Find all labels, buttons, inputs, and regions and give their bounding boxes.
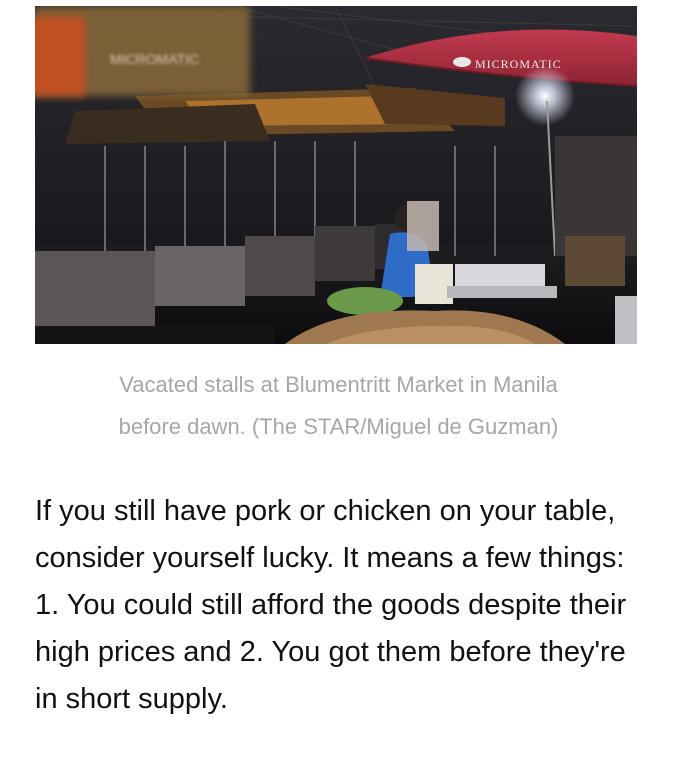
caption-line-1: Vacated stalls at Blumentritt Market in … (119, 372, 558, 397)
article-paragraph: If you still have pork or chicken on you… (35, 495, 627, 715)
caption-line-2: before dawn. (The STAR/Miguel de Guzman) (118, 414, 559, 439)
blurred-sign-text: MICROMATIC (110, 51, 199, 67)
photo-caption: Vacated stalls at Blumentritt Market in … (0, 364, 677, 448)
market-stalls-image: MICROMATIC MICROMATIC (35, 6, 637, 344)
article-photo: MICROMATIC MICROMATIC (35, 6, 637, 344)
